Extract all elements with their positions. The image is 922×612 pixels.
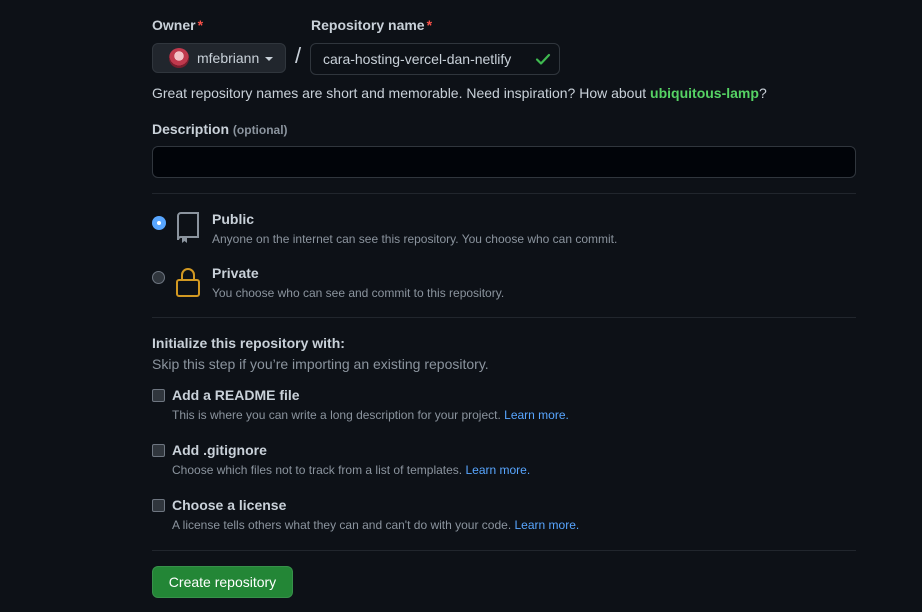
- caret-down-icon: [265, 57, 274, 61]
- gitignore-checkbox[interactable]: [152, 444, 165, 457]
- license-checkbox[interactable]: [152, 499, 165, 512]
- license-title[interactable]: Choose a license: [172, 497, 286, 513]
- readme-desc: This is where you can write a long descr…: [172, 408, 569, 422]
- public-radio[interactable]: [153, 217, 165, 229]
- private-radio[interactable]: [152, 271, 165, 284]
- required-mark: *: [197, 17, 204, 33]
- public-desc: Anyone on the internet can see this repo…: [212, 232, 618, 246]
- gitignore-desc: Choose which files not to track from a l…: [172, 463, 530, 477]
- divider: [152, 193, 856, 194]
- gitignore-desc-text: Choose which files not to track from a l…: [172, 463, 466, 477]
- repo-name-value: cara-hosting-vercel-dan-netlify: [323, 51, 512, 67]
- readme-title[interactable]: Add a README file: [172, 387, 300, 403]
- hint-suffix: ?: [758, 85, 767, 101]
- init-heading: Initialize this repository with:: [152, 335, 345, 351]
- name-suggestion-link[interactable]: ubiquitous-lamp: [650, 85, 759, 101]
- init-subtitle: Skip this step if you’re importing an ex…: [152, 356, 489, 372]
- create-repository-button[interactable]: Create repository: [152, 566, 293, 598]
- divider: [152, 317, 856, 318]
- repo-icon: [177, 212, 199, 243]
- repo-name-hint: Great repository names are short and mem…: [152, 85, 767, 101]
- readme-checkbox[interactable]: [152, 389, 165, 402]
- public-title: Public: [212, 211, 255, 227]
- owner-label-text: Owner: [152, 17, 196, 33]
- description-input[interactable]: [152, 146, 856, 178]
- private-desc: You choose who can see and commit to thi…: [212, 286, 505, 300]
- license-desc: A license tells others what they can and…: [172, 518, 579, 532]
- hint-text: Great repository names are short and mem…: [152, 85, 651, 101]
- private-title: Private: [212, 265, 259, 281]
- owner-dropdown[interactable]: mfebriann: [152, 43, 286, 73]
- required-mark: *: [426, 17, 433, 33]
- description-label-text: Description: [152, 121, 230, 137]
- license-learn-more-link[interactable]: Learn more.: [515, 518, 580, 532]
- owner-label: Owner *: [152, 17, 203, 33]
- owner-repo-separator: /: [295, 43, 302, 68]
- readme-learn-more-link[interactable]: Learn more.: [504, 408, 569, 422]
- gitignore-learn-more-link[interactable]: Learn more.: [465, 463, 530, 477]
- gitignore-title[interactable]: Add .gitignore: [172, 442, 267, 458]
- divider: [152, 550, 856, 551]
- readme-desc-text: This is where you can write a long descr…: [172, 408, 505, 422]
- optional-tag: (optional): [232, 123, 288, 137]
- description-label: Description (optional): [152, 121, 288, 137]
- avatar: [169, 48, 189, 68]
- repo-name-input[interactable]: cara-hosting-vercel-dan-netlify: [310, 43, 560, 75]
- owner-name: mfebriann: [197, 50, 260, 66]
- check-icon: [535, 53, 551, 65]
- repo-name-label: Repository name *: [311, 17, 432, 33]
- license-desc-text: A license tells others what they can and…: [172, 518, 515, 532]
- repo-name-label-text: Repository name: [311, 17, 425, 33]
- lock-icon: [176, 268, 200, 297]
